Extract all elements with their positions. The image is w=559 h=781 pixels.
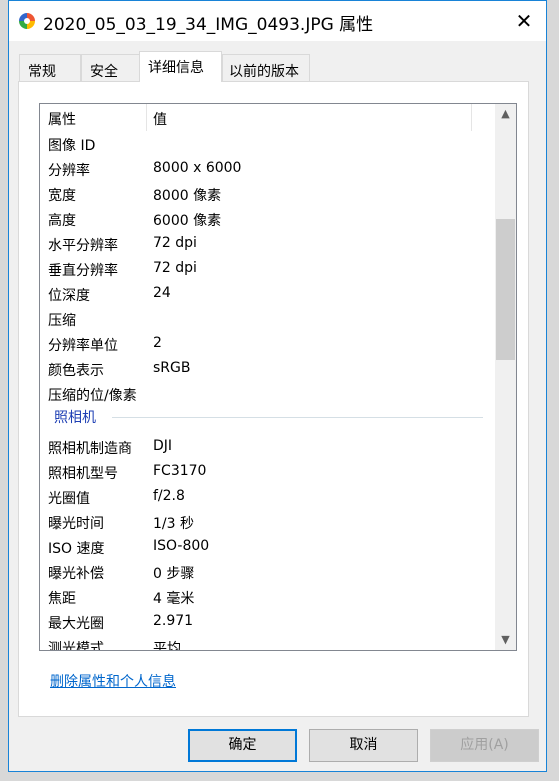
apply-button[interactable]: 应用(A) bbox=[430, 729, 539, 762]
property-name: 测光模式 bbox=[48, 641, 104, 651]
property-value: 72 dpi bbox=[153, 260, 197, 276]
list-item[interactable]: 位深度 24 bbox=[40, 281, 495, 306]
list-item[interactable]: 曝光补偿 0 步骤 bbox=[40, 559, 495, 584]
list-item[interactable]: 照相机型号 FC3170 bbox=[40, 459, 495, 484]
property-name: 高度 bbox=[48, 213, 76, 229]
property-value: 平均 bbox=[153, 641, 181, 651]
property-name: 垂直分辨率 bbox=[48, 263, 118, 279]
group-header-camera: 照相机 bbox=[54, 410, 96, 426]
list-item[interactable]: 最大光圈 2.971 bbox=[40, 609, 495, 634]
property-name: 光圈值 bbox=[48, 491, 90, 507]
column-header-property[interactable]: 属性 bbox=[48, 109, 76, 129]
list-item[interactable]: 光圈值 f/2.8 bbox=[40, 484, 495, 509]
property-value: DJI bbox=[153, 438, 173, 454]
property-value: FC3170 bbox=[153, 463, 207, 479]
property-value: 6000 像素 bbox=[153, 213, 222, 229]
window-title: 2020_05_03_19_34_IMG_0493.JPG 属性 bbox=[43, 15, 374, 35]
scroll-down-arrow-icon[interactable]: ▼ bbox=[495, 630, 516, 650]
list-item[interactable]: 分辨率单位 2 bbox=[40, 331, 495, 356]
property-value: 24 bbox=[153, 285, 171, 301]
property-name: 压缩的位/像素 bbox=[48, 388, 137, 404]
list-item[interactable]: 照相机制造商 DJI bbox=[40, 434, 495, 459]
property-value: sRGB bbox=[153, 360, 191, 376]
scroll-up-arrow-icon[interactable]: ▲ bbox=[495, 104, 516, 124]
property-name: 分辨率 bbox=[48, 163, 90, 179]
list-item[interactable]: 压缩 bbox=[40, 306, 495, 331]
properties-dialog: 2020_05_03_19_34_IMG_0493.JPG 属性 ✕ 常规 安全… bbox=[8, 0, 547, 772]
list-item[interactable]: 垂直分辨率 72 dpi bbox=[40, 256, 495, 281]
property-name: 最大光圈 bbox=[48, 616, 104, 632]
property-name: 曝光补偿 bbox=[48, 566, 104, 582]
list-item[interactable]: 水平分辨率 72 dpi bbox=[40, 231, 495, 256]
photo-app-icon bbox=[19, 13, 35, 29]
list-item[interactable]: 曝光时间 1/3 秒 bbox=[40, 509, 495, 534]
column-divider[interactable] bbox=[471, 104, 472, 131]
property-name: 颜色表示 bbox=[48, 363, 104, 379]
property-name: 位深度 bbox=[48, 288, 90, 304]
ok-button[interactable]: 确定 bbox=[188, 729, 297, 762]
vertical-scrollbar[interactable]: ▲ ▼ bbox=[495, 104, 516, 650]
list-item[interactable]: 宽度 8000 像素 bbox=[40, 181, 495, 206]
property-name: 照相机型号 bbox=[48, 466, 118, 482]
list-header: 属性 值 bbox=[40, 104, 495, 131]
tab-security[interactable]: 安全 bbox=[81, 54, 140, 81]
property-value: 2.971 bbox=[153, 613, 194, 629]
list-item[interactable]: ISO 速度 ISO-800 bbox=[40, 534, 495, 559]
tab-details[interactable]: 详细信息 bbox=[139, 51, 222, 82]
property-value: 0 步骤 bbox=[153, 566, 195, 582]
property-value: 72 dpi bbox=[153, 235, 197, 251]
details-panel: 属性 值 ▲ ▼ 图像 ID 分辨率 8000 x 6000 宽度 8000 像素高度 6… bbox=[18, 81, 529, 717]
list-item[interactable]: 颜色表示 sRGB bbox=[40, 356, 495, 381]
tab-general[interactable]: 常规 bbox=[19, 54, 81, 81]
property-value: ISO-800 bbox=[153, 538, 210, 554]
column-divider[interactable] bbox=[146, 104, 147, 131]
scrollbar-thumb[interactable] bbox=[496, 219, 515, 360]
cancel-button[interactable]: 取消 bbox=[309, 729, 418, 762]
properties-list[interactable]: 属性 值 ▲ ▼ 图像 ID 分辨率 8000 x 6000 宽度 8000 像素高度 6… bbox=[39, 103, 517, 651]
close-button[interactable]: ✕ bbox=[512, 9, 536, 33]
property-name: 水平分辨率 bbox=[48, 238, 118, 254]
property-name: 宽度 bbox=[48, 188, 76, 204]
property-name: 压缩 bbox=[48, 313, 76, 329]
property-name: 焦距 bbox=[48, 591, 76, 607]
list-item[interactable]: 压缩的位/像素 bbox=[40, 381, 495, 406]
property-value: 1/3 秒 bbox=[153, 516, 194, 532]
list-item[interactable]: 图像 ID bbox=[40, 131, 495, 156]
property-name: ISO 速度 bbox=[48, 541, 105, 557]
list-item[interactable]: 分辨率 8000 x 6000 bbox=[40, 156, 495, 181]
title-bar: 2020_05_03_19_34_IMG_0493.JPG 属性 ✕ bbox=[9, 1, 546, 41]
remove-properties-link[interactable]: 删除属性和个人信息 bbox=[50, 671, 176, 691]
property-value: 8000 像素 bbox=[153, 188, 222, 204]
property-name: 照相机制造商 bbox=[48, 441, 132, 457]
column-header-value[interactable]: 值 bbox=[153, 109, 167, 129]
property-value: f/2.8 bbox=[153, 488, 185, 504]
property-name: 分辨率单位 bbox=[48, 338, 118, 354]
list-item[interactable]: 高度 6000 像素 bbox=[40, 206, 495, 231]
property-value: 2 bbox=[153, 335, 162, 351]
property-name: 图像 ID bbox=[48, 138, 96, 154]
list-item[interactable]: 焦距 4 毫米 bbox=[40, 584, 495, 609]
list-item[interactable]: 测光模式 平均 bbox=[40, 634, 495, 651]
property-value: 4 毫米 bbox=[153, 591, 195, 607]
property-name: 曝光时间 bbox=[48, 516, 104, 532]
group-separator bbox=[112, 417, 483, 418]
tab-previous-versions[interactable]: 以前的版本 bbox=[222, 54, 310, 81]
property-value: 8000 x 6000 bbox=[153, 160, 242, 176]
